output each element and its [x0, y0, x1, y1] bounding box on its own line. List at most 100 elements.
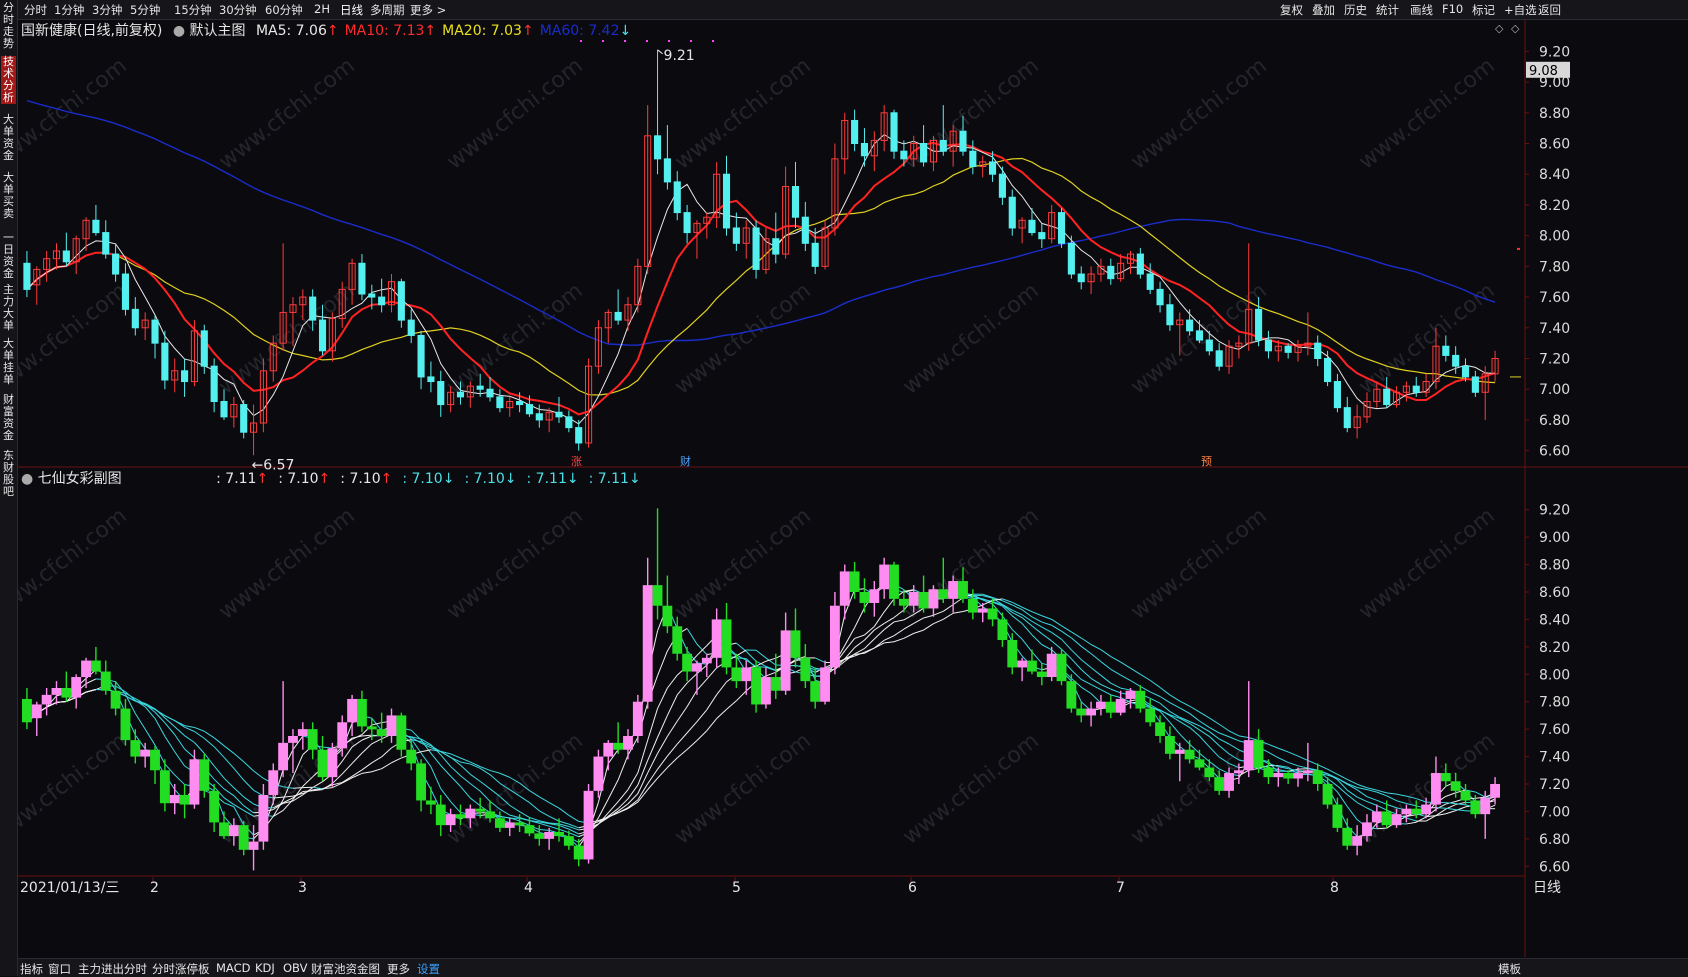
sub-candle-body: [525, 825, 535, 833]
indicator-tab-5[interactable]: 财富池资金图: [311, 961, 380, 977]
settings-link[interactable]: 设置: [417, 961, 440, 977]
bottom-left-0[interactable]: 指标: [20, 961, 43, 977]
template-label[interactable]: 默认主图: [190, 23, 246, 39]
candle-body: [526, 405, 532, 414]
sub-settings-icon[interactable]: ●: [21, 471, 33, 487]
tool-button-1[interactable]: 叠加: [1312, 2, 1335, 18]
ribbon-segment: [1042, 627, 1052, 632]
sidebar-tab-6[interactable]: 大单挂单: [1, 338, 16, 386]
ribbon-segment: [677, 733, 687, 744]
indicator-tab-6[interactable]: 更多: [387, 961, 410, 977]
ribbon-segment: [165, 723, 175, 735]
period-tab-9[interactable]: 多周期: [370, 2, 405, 18]
ribbon-segment: [234, 768, 244, 780]
sub-title[interactable]: 七仙女彩副图: [38, 471, 122, 487]
tool-button-0[interactable]: 复权: [1280, 2, 1303, 18]
ribbon-segment: [194, 743, 204, 754]
period-tab-4[interactable]: 15分钟: [174, 2, 212, 18]
period-tab-1[interactable]: 1分钟: [54, 2, 84, 18]
stock-title[interactable]: 国新健康(日线,前复权): [21, 23, 162, 39]
period-tab-5[interactable]: 30分钟: [219, 2, 257, 18]
ribbon-segment: [1052, 632, 1062, 639]
candle-body: [497, 397, 503, 408]
ribbon-segment: [56, 701, 66, 702]
main-ytick: 7.60: [1539, 290, 1570, 306]
ribbon-segment: [559, 808, 569, 815]
ribbon-segment: [1387, 793, 1397, 794]
sub-candle-body: [1273, 773, 1283, 777]
sidebar-tab-1[interactable]: 技术分析: [1, 56, 16, 104]
sub-candle-body: [130, 740, 140, 756]
indicator-tab-1[interactable]: 分时涨停板: [152, 961, 210, 977]
candle-body: [921, 144, 927, 162]
sidebar-tab-5[interactable]: 主力大单: [1, 284, 16, 332]
sidebar-tab-2[interactable]: 大单资金: [1, 114, 16, 162]
ribbon-segment: [1288, 752, 1298, 756]
candle-body: [517, 402, 523, 405]
candle-body: [1029, 220, 1035, 232]
candle-body: [970, 151, 976, 166]
ribbon-segment: [185, 736, 195, 743]
tool-button-8[interactable]: 返回: [1538, 2, 1561, 18]
sidebar-tab-3[interactable]: 大单买卖: [1, 172, 16, 220]
tool-button-3[interactable]: 统计: [1376, 2, 1399, 18]
ribbon-segment: [687, 690, 697, 706]
ribbon-segment: [1111, 695, 1121, 698]
ribbon-segment: [1071, 650, 1081, 660]
ribbon-segment: [677, 683, 687, 695]
month-label: 3: [298, 880, 307, 896]
tool-button-7[interactable]: +自选: [1504, 2, 1537, 18]
sidebar-tab-0[interactable]: 分时走势: [1, 2, 16, 50]
ribbon-segment: [342, 763, 352, 774]
ribbon-segment: [677, 749, 687, 757]
ribbon-segment: [756, 667, 766, 668]
ribbon-segment: [667, 695, 677, 716]
main-ytick: 7.80: [1539, 259, 1570, 275]
sub-candle-body: [1057, 654, 1067, 681]
indicator-tab-3[interactable]: KDJ: [255, 961, 275, 975]
period-tab-6[interactable]: 60分钟: [265, 2, 303, 18]
ribbon-segment: [510, 815, 520, 817]
period-tab-10[interactable]: 更多 >: [410, 2, 446, 18]
ribbon-segment: [1081, 660, 1091, 668]
tool-button-4[interactable]: 画线: [1410, 2, 1433, 18]
main-legend: 国新健康(日线,前复权) ● 默认主图 MA5: 7.06↑MA10: 7.13…: [21, 20, 631, 40]
indicator-tab-4[interactable]: OBV: [283, 961, 307, 975]
ribbon-segment: [214, 766, 224, 778]
bottom-left-1[interactable]: 窗口: [48, 961, 71, 977]
sub-candle-body: [1116, 699, 1126, 713]
watermark-text: www.cfchi.com: [898, 728, 1043, 849]
candle-body: [1068, 243, 1074, 274]
period-tab-8[interactable]: 日线: [340, 2, 363, 18]
ribbon-segment: [1111, 689, 1121, 693]
indicator-tab-0[interactable]: 主力进出分时: [78, 961, 147, 977]
ribbon-segment: [1121, 675, 1131, 680]
period-tab-2[interactable]: 3分钟: [92, 2, 122, 18]
sidebar-tab-4[interactable]: 一日资金: [1, 232, 16, 280]
ribbon-segment: [1436, 808, 1446, 809]
ribbon-segment: [864, 626, 874, 635]
ribbon-segment: [736, 691, 746, 701]
ribbon-segment: [362, 763, 372, 770]
period-tab-3[interactable]: 5分钟: [130, 2, 160, 18]
template-button[interactable]: 模板: [1498, 961, 1521, 977]
tool-button-2[interactable]: 历史: [1344, 2, 1367, 18]
candle-body: [477, 386, 483, 389]
event-marker: 涨: [571, 455, 582, 468]
sub-ytick: 6.60: [1539, 859, 1570, 875]
candle-body: [989, 162, 995, 174]
indicator-tab-2[interactable]: MACD: [216, 961, 250, 975]
sub-candle-body: [61, 688, 71, 698]
sub-arrow-icon: ↑: [256, 471, 268, 487]
template-icon[interactable]: ●: [173, 23, 185, 39]
period-tab-0[interactable]: 分时: [24, 2, 47, 18]
period-tab-7[interactable]: 2H: [314, 2, 330, 16]
tool-button-5[interactable]: F10: [1442, 2, 1463, 16]
sidebar-tab-8[interactable]: 东财股吧: [1, 450, 16, 498]
sub-candle-body: [919, 592, 929, 608]
candle-body: [999, 174, 1005, 197]
sub-candle-body: [1372, 811, 1382, 822]
sidebar-tab-7[interactable]: 财富资金: [1, 394, 16, 442]
tool-button-6[interactable]: 标记: [1472, 2, 1495, 18]
kline-chart[interactable]: 6.606.606.806.807.007.007.207.207.407.40…: [18, 20, 1688, 957]
